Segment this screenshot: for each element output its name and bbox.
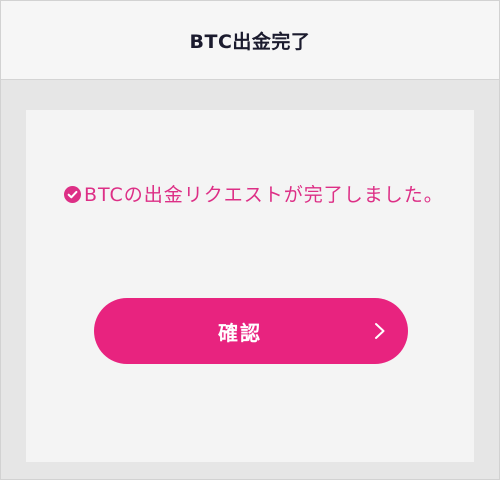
page-header: BTC出金完了 <box>1 1 499 80</box>
page-title: BTC出金完了 <box>189 30 311 53</box>
confirm-button[interactable]: 確認 <box>94 298 408 364</box>
completion-message: BTCの出金リクエストが完了しました。 <box>64 176 444 214</box>
completion-card: BTCの出金リクエストが完了しました。 確認 <box>26 110 474 462</box>
confirm-button-label: 確認 <box>218 320 262 345</box>
chevron-right-icon <box>375 323 385 339</box>
completion-message-text: BTCの出金リクエストが完了しました。 <box>84 184 444 206</box>
check-circle-icon <box>64 186 81 203</box>
